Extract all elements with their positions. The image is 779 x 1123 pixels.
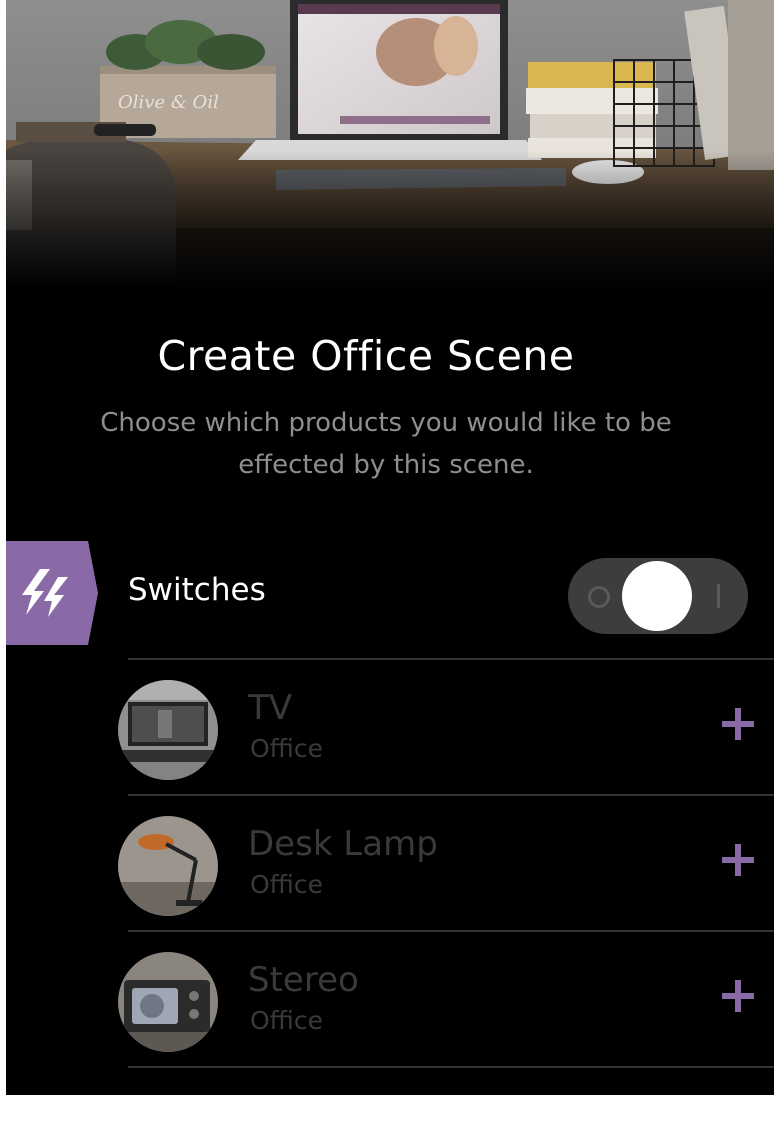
device-room: Office [250,870,323,899]
device-room: Office [250,734,323,763]
page-subtitle: Choose which products you would like to … [100,408,672,480]
page-title: Create Office Scene [157,332,575,380]
device-name: Stereo [248,960,359,1000]
switches-toggle[interactable] [568,558,748,634]
toggle-on-icon [717,584,720,608]
divider [128,1066,774,1068]
stereo-thumbnail [118,952,218,1052]
tv-thumbnail [118,680,218,780]
device-row-stereo[interactable]: Stereo Office [6,930,774,1066]
add-stereo-button[interactable] [722,980,754,1012]
device-name: Desk Lamp [248,824,438,864]
add-tv-button[interactable] [722,708,754,740]
add-desk-lamp-button[interactable] [722,844,754,876]
toggle-knob[interactable] [622,561,692,631]
hero-image: Olive & Oil [6,0,774,290]
switches-label: Switches [128,572,266,608]
device-name: TV [248,688,293,728]
scene-screen: Olive & Oil Create Office Scene Choose w… [6,0,774,1095]
switches-category-badge [6,541,98,645]
desk-lamp-thumbnail [118,816,218,916]
device-row-tv[interactable]: TV Office [6,658,774,794]
device-room: Office [250,1006,323,1035]
device-row-desk-lamp[interactable]: Desk Lamp Office [6,794,774,930]
svg-text:Olive & Oil: Olive & Oil [118,92,219,113]
toggle-off-icon [588,586,610,608]
